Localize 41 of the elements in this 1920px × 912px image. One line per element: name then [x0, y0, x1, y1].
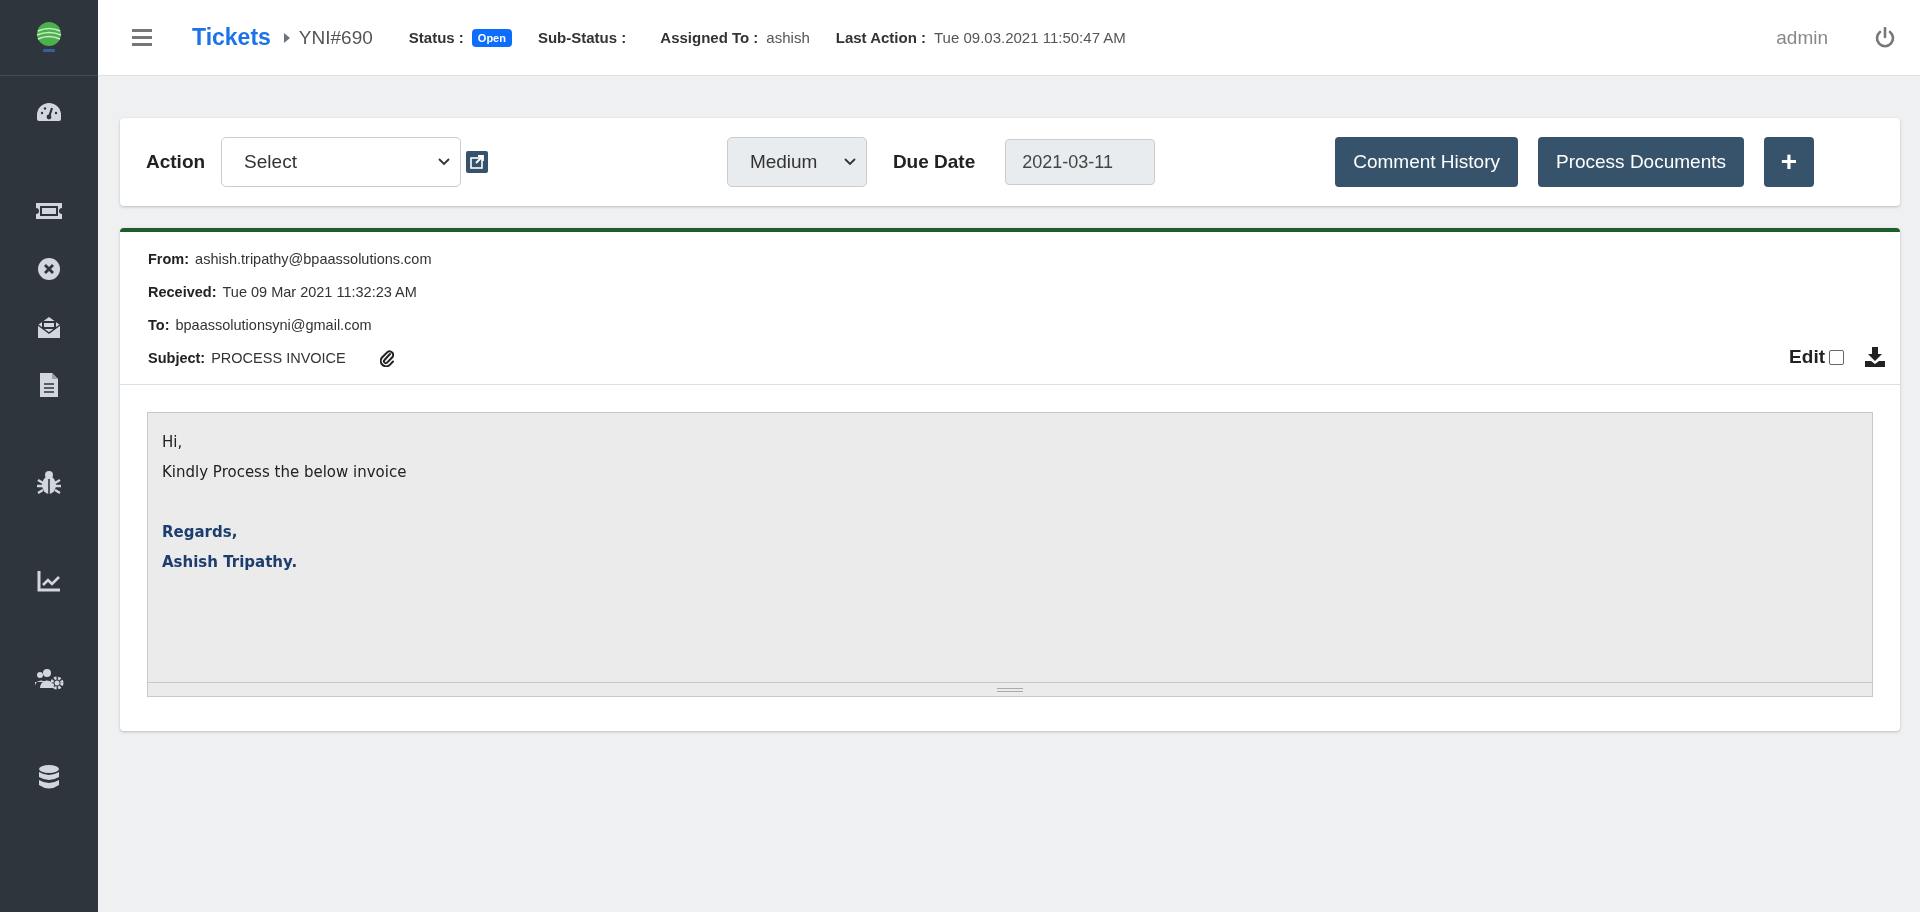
menu-icon[interactable] [132, 29, 152, 46]
tickets-link[interactable]: Tickets [192, 24, 271, 51]
download-icon[interactable] [1864, 346, 1886, 368]
signature-line: Regards, [162, 522, 239, 543]
body-line: Kindly Process the below invoice [162, 462, 408, 483]
user-name: admin [1776, 26, 1828, 49]
add-button[interactable]: + [1764, 137, 1814, 187]
share-icon[interactable] [466, 151, 489, 173]
due-date-field[interactable]: 2021-03-11 [1005, 139, 1156, 185]
email-field-value: ashish.tripathy@bpaassolutions.com [195, 250, 432, 267]
field-label: Sub-Status : [537, 29, 627, 46]
email-field-label: To: [148, 316, 170, 333]
email-field-value: bpaassolutionsyni@gmail.com [175, 316, 372, 333]
status-badge: Open [471, 28, 512, 47]
chevron-icon [438, 158, 451, 166]
power-icon[interactable] [1874, 26, 1896, 49]
email-field-label: Received: [148, 283, 217, 300]
email-field-label: Subject: [148, 349, 206, 366]
priority-select[interactable]: Medium [726, 137, 867, 187]
due-date-label: Due Date [892, 151, 976, 173]
body-line: Hi, [162, 432, 184, 453]
field-label: Status : [408, 29, 464, 46]
ticket-id: YNI#690 [298, 26, 373, 49]
email-field-label: From: [148, 250, 190, 267]
signature-line: Ashish Tripathy. [162, 552, 299, 573]
chevron-icon [843, 158, 856, 166]
caret-icon [282, 31, 291, 44]
paperclip-icon[interactable] [379, 348, 394, 367]
email-field-value: PROCESS INVOICE [211, 349, 346, 366]
edit-checkbox[interactable] [1829, 349, 1844, 365]
action-label: Action [146, 151, 206, 173]
email-field-value: Tue 09 Mar 2021 11:32:23 AM [222, 283, 417, 300]
action-select[interactable]: Select [221, 137, 462, 187]
field-label: Last Action : [835, 29, 926, 46]
field-label: Assigned To : [660, 29, 759, 46]
edit-label: Edit [1789, 346, 1825, 368]
field-value: Tue 09.03.2021 11:50:47 AM [934, 29, 1126, 46]
action-button[interactable]: Comment History [1335, 137, 1518, 187]
field-value: ashish [766, 29, 810, 46]
action-button[interactable]: Process Documents [1538, 137, 1744, 187]
email-body[interactable]: Hi, Kindly Process the below invoice Regards, Ashish Tripathy. [147, 412, 1873, 697]
